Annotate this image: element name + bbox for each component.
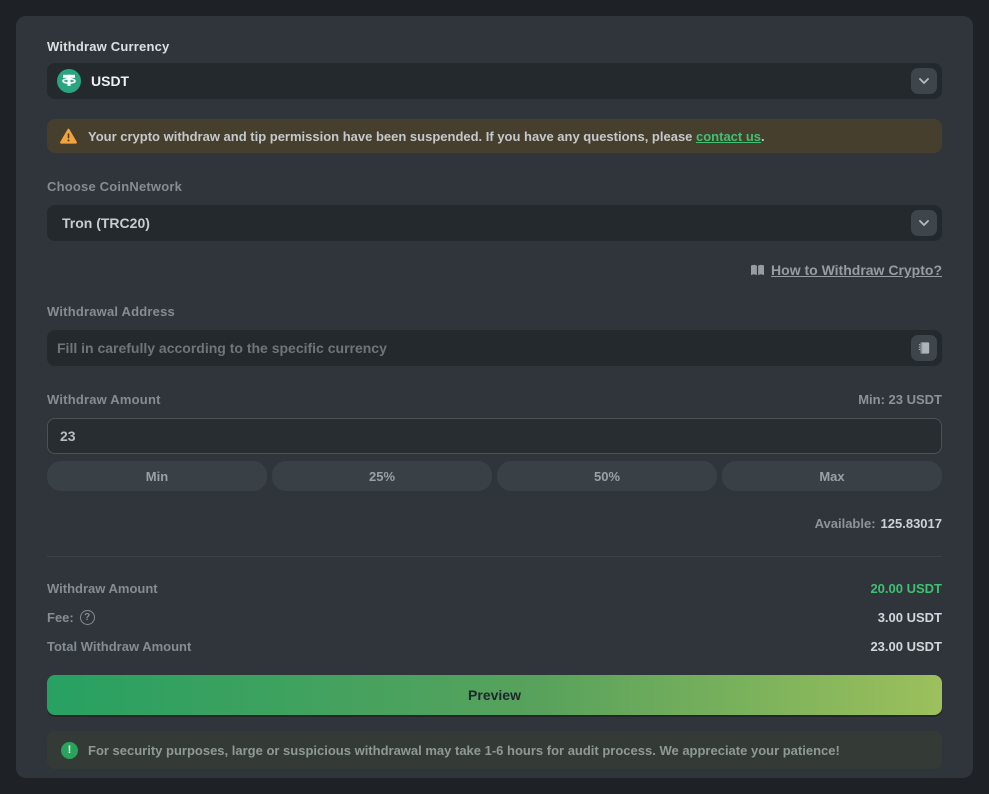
how-to-withdraw-link[interactable]: How to Withdraw Crypto? [750, 262, 942, 278]
how-to-withdraw-label: How to Withdraw Crypto? [771, 262, 942, 278]
warning-message: Your crypto withdraw and tip permission … [88, 129, 765, 144]
summary-fee-label: Fee: ? [47, 610, 95, 625]
preview-button[interactable]: Preview [47, 675, 942, 715]
summary-amount-value: 20.00 USDT [870, 581, 942, 596]
book-icon [750, 264, 765, 277]
withdraw-currency-label: Withdraw Currency [47, 39, 942, 54]
withdraw-amount-input[interactable] [47, 418, 942, 454]
summary-row-fee: Fee: ? 3.00 USDT [47, 610, 942, 625]
help-row: How to Withdraw Crypto? [47, 262, 942, 278]
info-icon: ! [61, 742, 78, 759]
chevron-down-icon[interactable] [911, 210, 937, 236]
amount-label-row: Withdraw Amount Min: 23 USDT [47, 392, 942, 407]
security-note-banner: ! For security purposes, large or suspic… [47, 731, 942, 769]
security-note-text: For security purposes, large or suspicio… [88, 743, 840, 758]
summary-fee-value: 3.00 USDT [878, 610, 942, 625]
summary-row-total: Total Withdraw Amount 23.00 USDT [47, 639, 942, 654]
usdt-tether-icon [57, 69, 81, 93]
withdraw-amount-label: Withdraw Amount [47, 392, 161, 407]
summary-amount-label: Withdraw Amount [47, 581, 158, 596]
max-button[interactable]: Max [722, 461, 942, 491]
chevron-down-icon[interactable] [911, 68, 937, 94]
fee-help-icon[interactable]: ? [80, 610, 95, 625]
network-select[interactable]: Tron (TRC20) [47, 205, 942, 241]
summary-total-label: Total Withdraw Amount [47, 639, 191, 654]
withdraw-panel: Withdraw Currency USDT Your crypto withd… [16, 16, 973, 778]
network-label: Choose CoinNetwork [47, 179, 942, 194]
paste-icon[interactable] [911, 335, 937, 361]
half-button[interactable]: 50% [497, 461, 717, 491]
currency-selected-value: USDT [91, 73, 911, 89]
withdrawal-address-field [47, 330, 942, 366]
suspension-warning-banner: Your crypto withdraw and tip permission … [47, 119, 942, 153]
quarter-button[interactable]: 25% [272, 461, 492, 491]
network-selected-value: Tron (TRC20) [62, 215, 911, 231]
withdrawal-address-label: Withdrawal Address [47, 304, 942, 319]
contact-us-link[interactable]: contact us [696, 129, 761, 144]
withdraw-summary: Withdraw Amount 20.00 USDT Fee: ? 3.00 U… [47, 581, 942, 654]
summary-divider [47, 556, 942, 557]
quick-amount-buttons: Min 25% 50% Max [47, 461, 942, 491]
available-balance: Available: 125.83017 [47, 516, 942, 531]
min-amount-note: Min: 23 USDT [858, 392, 942, 407]
withdrawal-address-input[interactable] [57, 340, 911, 356]
summary-row-amount: Withdraw Amount 20.00 USDT [47, 581, 942, 596]
warning-triangle-icon [59, 128, 78, 145]
available-label: Available: [815, 516, 876, 531]
available-value: 125.83017 [881, 516, 942, 531]
currency-select[interactable]: USDT [47, 63, 942, 99]
min-button[interactable]: Min [47, 461, 267, 491]
summary-total-value: 23.00 USDT [870, 639, 942, 654]
